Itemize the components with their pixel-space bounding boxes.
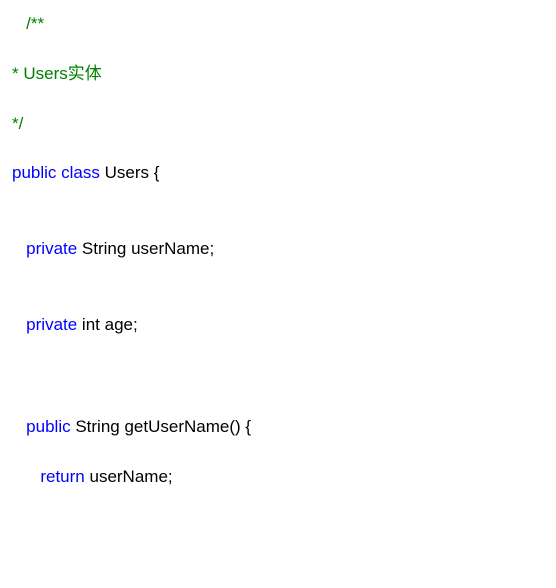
- field-username-line: private String userName;: [12, 237, 544, 261]
- javadoc-prefix: *: [12, 64, 23, 83]
- field-name: age;: [105, 315, 138, 334]
- method-signature: getUserName() {: [124, 417, 251, 436]
- code-indent: [12, 239, 26, 258]
- keyword-private: private: [26, 239, 77, 258]
- return-value: userName;: [85, 467, 173, 486]
- field-type: int: [77, 315, 104, 334]
- keyword-public: public: [26, 417, 70, 436]
- code-indent: [12, 14, 26, 33]
- javadoc-text: Users实体: [23, 64, 101, 83]
- javadoc-close-line: */: [12, 112, 544, 136]
- class-name: Users {: [100, 163, 160, 182]
- field-type: String: [77, 239, 131, 258]
- keyword-public-class: public class: [12, 163, 100, 182]
- javadoc-desc-line: * Users实体: [12, 62, 544, 86]
- keyword-return: return: [40, 467, 84, 486]
- method-type: String: [71, 417, 125, 436]
- method-getusername-line: public String getUserName() {: [12, 415, 544, 439]
- javadoc-close: */: [12, 114, 23, 133]
- keyword-private: private: [26, 315, 77, 334]
- return-username-line: return userName;: [12, 465, 544, 489]
- code-indent: [12, 417, 26, 436]
- field-age-line: private int age;: [12, 313, 544, 337]
- field-name: userName;: [131, 239, 214, 258]
- code-indent: [12, 315, 26, 334]
- code-indent: [12, 467, 40, 486]
- code-block: /** * Users实体 */ public class Users { pr…: [0, 0, 556, 500]
- javadoc-open: /**: [26, 14, 44, 33]
- class-declaration-line: public class Users {: [12, 161, 544, 185]
- javadoc-open-line: /**: [12, 12, 544, 36]
